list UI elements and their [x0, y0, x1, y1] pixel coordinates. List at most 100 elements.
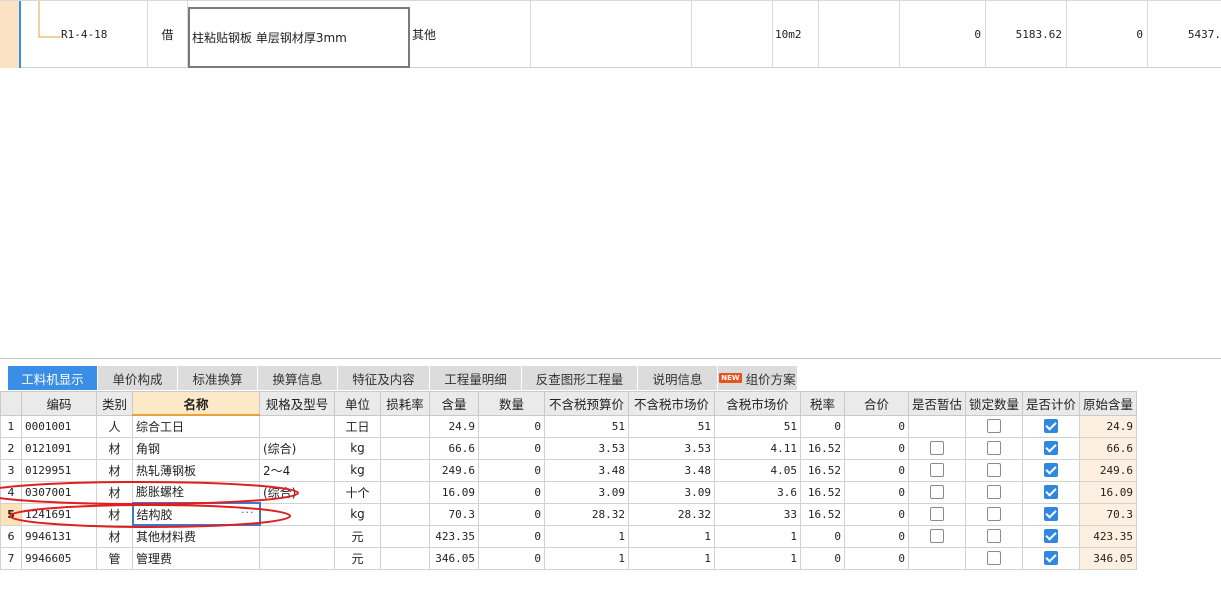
content-cell[interactable]: 70.3: [429, 502, 479, 526]
col-header-pretax-budget-price[interactable]: 不含税预算价: [544, 391, 629, 416]
col-header-lock-quantity[interactable]: 锁定数量: [965, 391, 1023, 416]
checkbox-icon[interactable]: [987, 551, 1001, 566]
total-cell[interactable]: 0: [844, 480, 909, 504]
total-cell[interactable]: 0: [844, 502, 909, 526]
category-cell[interactable]: 管: [96, 546, 133, 570]
lock-quantity-cell[interactable]: [965, 414, 1023, 438]
checkbox-icon[interactable]: [987, 441, 1001, 456]
tab-pricing-scheme[interactable]: NEW 组价方案: [718, 366, 798, 390]
spec-cell[interactable]: [259, 546, 335, 570]
col-header-code[interactable]: 编码: [21, 391, 97, 416]
unit-cell[interactable]: 十个: [334, 480, 381, 504]
is-priced-cell[interactable]: [1022, 546, 1080, 570]
lock-quantity-cell[interactable]: [965, 546, 1023, 570]
taxed-market-price-cell[interactable]: 1: [714, 524, 801, 548]
table-row[interactable]: 1 0001001 人综合工日 工日 24.9 0 51 51 51 0 0 24.9: [0, 414, 1137, 438]
original-content-cell[interactable]: 249.6: [1079, 458, 1137, 482]
pretax-market-price-cell[interactable]: 1: [628, 524, 715, 548]
quantity-cell[interactable]: 0: [478, 502, 545, 526]
total-cell[interactable]: 0: [844, 436, 909, 460]
col-header-is-provisional[interactable]: 是否暂估: [908, 391, 966, 416]
quantity-cell[interactable]: 0: [478, 480, 545, 504]
total-cell[interactable]: 0: [844, 524, 909, 548]
col-header-tax-rate[interactable]: 税率: [800, 391, 845, 416]
item-empty-cell[interactable]: [531, 1, 692, 68]
category-cell[interactable]: 材: [96, 436, 133, 460]
tab-conversion-info[interactable]: 换算信息: [258, 366, 338, 390]
checked-checkbox-icon[interactable]: [1044, 485, 1058, 500]
table-row[interactable]: 2 0121091 材角钢 (综合) kg 66.6 0 3.53 3.53 4.11 16.52 0…: [0, 436, 1137, 460]
loss-rate-cell[interactable]: [380, 458, 430, 482]
code-cell[interactable]: 9946605: [21, 546, 97, 570]
item-value-3[interactable]: 0: [1067, 1, 1148, 68]
pretax-budget-price-cell[interactable]: 1: [544, 546, 629, 570]
category-cell[interactable]: 人: [96, 414, 133, 438]
tab-description-info[interactable]: 说明信息: [638, 366, 718, 390]
col-header-total[interactable]: 合价: [844, 391, 909, 416]
code-cell[interactable]: 0121091: [21, 436, 97, 460]
col-header-pretax-market-price[interactable]: 不含税市场价: [628, 391, 715, 416]
content-cell[interactable]: 16.09: [429, 480, 479, 504]
item-category-cell[interactable]: 其他: [410, 1, 531, 68]
pretax-budget-price-cell[interactable]: 3.09: [544, 480, 629, 504]
col-header-name[interactable]: 名称: [132, 391, 260, 416]
taxed-market-price-cell[interactable]: 3.6: [714, 480, 801, 504]
is-priced-cell[interactable]: [1022, 436, 1080, 460]
quantity-cell[interactable]: 0: [478, 414, 545, 438]
taxed-market-price-cell[interactable]: 4.05: [714, 458, 801, 482]
checkbox-icon[interactable]: [930, 441, 944, 456]
content-cell[interactable]: 24.9: [429, 414, 479, 438]
tab-quantity-detail[interactable]: 工程量明细: [430, 366, 522, 390]
is-provisional-cell[interactable]: [908, 524, 966, 548]
tab-reverse-graphic-quantity[interactable]: 反查图形工程量: [522, 366, 638, 390]
item-value-1[interactable]: 0: [900, 1, 986, 68]
taxed-market-price-cell[interactable]: 4.11: [714, 436, 801, 460]
loss-rate-cell[interactable]: [380, 414, 430, 438]
checkbox-icon[interactable]: [930, 529, 944, 544]
item-empty-cell-3[interactable]: [819, 1, 900, 68]
original-content-cell[interactable]: 346.05: [1079, 546, 1137, 570]
tab-features-content[interactable]: 特征及内容: [338, 366, 430, 390]
pretax-market-price-cell[interactable]: 28.32: [628, 502, 715, 526]
is-priced-cell[interactable]: [1022, 458, 1080, 482]
checked-checkbox-icon[interactable]: [1044, 507, 1058, 522]
tax-rate-cell[interactable]: 0: [800, 414, 845, 438]
lock-quantity-cell[interactable]: [965, 458, 1023, 482]
checked-checkbox-icon[interactable]: [1044, 441, 1058, 456]
lock-quantity-cell[interactable]: [965, 524, 1023, 548]
name-cell[interactable]: 角钢: [132, 436, 260, 460]
content-cell[interactable]: 249.6: [429, 458, 479, 482]
col-header-loss-rate[interactable]: 损耗率: [380, 391, 430, 416]
quantity-cell[interactable]: 0: [478, 458, 545, 482]
checkbox-icon[interactable]: [930, 507, 944, 522]
item-empty-cell-2[interactable]: [692, 1, 773, 68]
col-header-quantity[interactable]: 数量: [478, 391, 545, 416]
taxed-market-price-cell[interactable]: 33: [714, 502, 801, 526]
col-header-content[interactable]: 含量: [429, 391, 479, 416]
unit-cell[interactable]: 元: [334, 524, 381, 548]
is-priced-cell[interactable]: [1022, 480, 1080, 504]
checkbox-icon[interactable]: [987, 507, 1001, 522]
pretax-market-price-cell[interactable]: 3.48: [628, 458, 715, 482]
content-cell[interactable]: 346.05: [429, 546, 479, 570]
col-header-taxed-market-price[interactable]: 含税市场价: [714, 391, 801, 416]
pretax-market-price-cell[interactable]: 3.53: [628, 436, 715, 460]
col-header-original-content[interactable]: 原始含量: [1079, 391, 1137, 416]
lock-quantity-cell[interactable]: [965, 480, 1023, 504]
lock-quantity-cell[interactable]: [965, 436, 1023, 460]
tax-rate-cell[interactable]: 16.52: [800, 502, 845, 526]
pretax-budget-price-cell[interactable]: 1: [544, 524, 629, 548]
checkbox-icon[interactable]: [930, 463, 944, 478]
item-value-2[interactable]: 5183.62: [986, 1, 1067, 68]
checked-checkbox-icon[interactable]: [1044, 551, 1058, 566]
is-provisional-cell[interactable]: [908, 502, 966, 526]
checked-checkbox-icon[interactable]: [1044, 463, 1058, 478]
is-provisional-cell[interactable]: [908, 414, 966, 438]
total-cell[interactable]: 0: [844, 546, 909, 570]
pretax-market-price-cell[interactable]: 1: [628, 546, 715, 570]
unit-cell[interactable]: kg: [334, 502, 381, 526]
col-header-category[interactable]: 类别: [96, 391, 133, 416]
original-content-cell[interactable]: 24.9: [1079, 414, 1137, 438]
unit-cell[interactable]: kg: [334, 436, 381, 460]
lock-quantity-cell[interactable]: [965, 502, 1023, 526]
